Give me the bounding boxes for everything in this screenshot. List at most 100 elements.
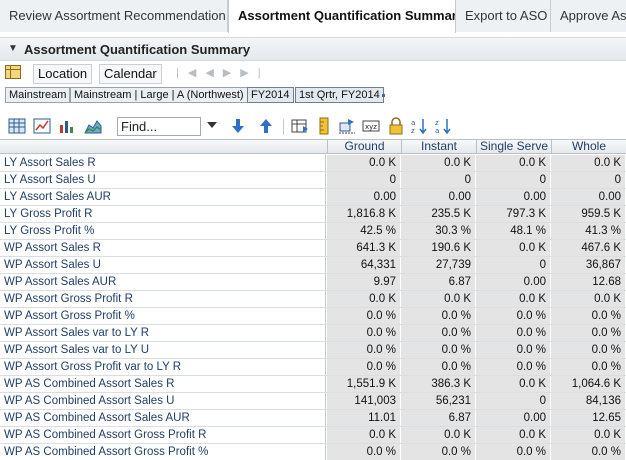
table-cell[interactable]: 0.0 K	[476, 376, 551, 392]
row-label[interactable]: LY Assort Sales U	[0, 172, 326, 188]
table-cell[interactable]: 64,331	[327, 257, 401, 273]
table-cell[interactable]: 0.00	[476, 274, 551, 290]
sort-descending-icon[interactable]: z a	[435, 117, 453, 135]
table-cell[interactable]: 0.00	[476, 410, 551, 426]
lock-icon[interactable]	[387, 117, 405, 135]
table-cell[interactable]: 0.0 K	[476, 155, 551, 171]
table-cell[interactable]: 1,551.9 K	[327, 376, 401, 392]
table-cell[interactable]: 0.0 K	[551, 155, 626, 171]
table-cell[interactable]: 0.0 %	[327, 359, 401, 375]
find-dropdown-icon[interactable]	[207, 122, 217, 128]
row-label[interactable]: WP Assort Sales U	[0, 257, 326, 273]
table-cell[interactable]: 0.0 %	[401, 342, 476, 358]
breadcrumb-more-icon[interactable]	[382, 94, 385, 97]
tab-export-to-aso[interactable]: Export to ASO	[456, 0, 551, 32]
table-cell[interactable]: 0.0 K	[327, 155, 401, 171]
row-label[interactable]: WP Assort Gross Profit R	[0, 291, 326, 307]
table-cell[interactable]: 797.3 K	[476, 206, 551, 222]
tab-review-assortment-recommendation[interactable]: Review Assortment Recommendation	[0, 0, 228, 32]
table-cell[interactable]: 84,136	[551, 393, 626, 409]
xyz-sort-icon[interactable]: xyz	[362, 117, 380, 135]
table-cell[interactable]: 0.0 %	[551, 308, 626, 324]
table-cell[interactable]: 0	[401, 172, 476, 188]
find-previous-up-arrow-icon[interactable]	[257, 117, 275, 135]
table-cell[interactable]: 0	[476, 393, 551, 409]
table-cell[interactable]: 0.0 %	[551, 342, 626, 358]
row-label[interactable]: WP Assort Sales var to LY U	[0, 342, 326, 358]
table-cell[interactable]: 0.0 %	[476, 342, 551, 358]
row-label[interactable]: WP AS Combined Assort Sales AUR	[0, 410, 326, 426]
table-cell[interactable]: 12.65	[551, 410, 626, 426]
table-cell[interactable]: 235.5 K	[401, 206, 476, 222]
table-cell[interactable]: 0.0 %	[401, 359, 476, 375]
table-cell[interactable]: 959.5 K	[551, 206, 626, 222]
dimension-grid-icon[interactable]	[5, 65, 21, 79]
row-label[interactable]: WP AS Combined Assort Sales U	[0, 393, 326, 409]
table-cell[interactable]: 0.0 %	[401, 308, 476, 324]
table-cell[interactable]: 0.0 K	[401, 155, 476, 171]
table-cell[interactable]: 0.0 K	[476, 240, 551, 256]
table-cell[interactable]: 1,816.8 K	[327, 206, 401, 222]
table-cell[interactable]: 36,867	[551, 257, 626, 273]
column-header-single-serve[interactable]: Single Serve	[476, 140, 551, 154]
row-label[interactable]: LY Gross Profit %	[0, 223, 326, 239]
bar-chart-icon[interactable]	[58, 117, 76, 135]
row-label[interactable]: WP Assort Sales var to LY R	[0, 325, 326, 341]
table-cell[interactable]: 0.0 %	[551, 444, 626, 460]
column-header-whole[interactable]: Whole	[551, 140, 626, 154]
line-chart-icon[interactable]	[33, 117, 51, 135]
show-hide-columns-icon[interactable]	[291, 117, 309, 135]
table-cell[interactable]: 0	[476, 172, 551, 188]
find-input[interactable]: Find...	[117, 117, 201, 136]
column-header-instant[interactable]: Instant	[401, 140, 476, 154]
breadcrumb-item-quarter[interactable]: 1st Qrtr, FY2014	[295, 87, 384, 103]
ruler-icon[interactable]	[315, 117, 333, 135]
column-header-ground[interactable]: Ground	[327, 140, 401, 154]
table-cell[interactable]: 48.1 %	[476, 223, 551, 239]
table-view-icon[interactable]	[8, 117, 26, 135]
table-cell[interactable]: 0.0 %	[327, 325, 401, 341]
table-cell[interactable]: 0.00	[401, 189, 476, 205]
table-cell[interactable]: 9.97	[327, 274, 401, 290]
table-cell[interactable]: 0.00	[476, 189, 551, 205]
area-chart-icon[interactable]	[84, 117, 102, 135]
table-cell[interactable]: 0.0 %	[327, 342, 401, 358]
table-cell[interactable]: 0.00	[327, 189, 401, 205]
table-cell[interactable]: 0.0 K	[327, 291, 401, 307]
row-label[interactable]: LY Assort Sales R	[0, 155, 326, 171]
table-cell[interactable]: 0.0 K	[551, 427, 626, 443]
table-cell[interactable]: 0.0 %	[327, 444, 401, 460]
table-cell[interactable]: 41.3 %	[551, 223, 626, 239]
collapse-chevron-icon[interactable]: ▼	[8, 43, 18, 54]
table-cell[interactable]: 0.0 %	[551, 325, 626, 341]
table-cell[interactable]: 6.87	[401, 410, 476, 426]
table-cell[interactable]: 12.68	[551, 274, 626, 290]
table-cell[interactable]: 0.0 %	[401, 444, 476, 460]
table-cell[interactable]: 0.0 K	[476, 291, 551, 307]
sort-ascending-icon[interactable]: a z	[411, 117, 429, 135]
table-cell[interactable]: 641.3 K	[327, 240, 401, 256]
table-cell[interactable]: 467.6 K	[551, 240, 626, 256]
row-label[interactable]: WP AS Combined Assort Gross Profit R	[0, 427, 326, 443]
breadcrumb-item-mainstream[interactable]: Mainstream	[5, 87, 71, 103]
table-cell[interactable]: 0	[476, 257, 551, 273]
table-cell[interactable]: 0.0 %	[401, 325, 476, 341]
table-cell[interactable]: 11.01	[327, 410, 401, 426]
table-cell[interactable]: 0.0 K	[327, 427, 401, 443]
table-cell[interactable]: 386.3 K	[401, 376, 476, 392]
breadcrumb-item-location[interactable]: Mainstream | Large | A (Northwest)	[70, 87, 248, 103]
calendar-dimension-button[interactable]: Calendar	[99, 64, 162, 84]
table-cell[interactable]: 0.0 K	[401, 291, 476, 307]
table-cell[interactable]: 0.0 %	[476, 359, 551, 375]
table-cell[interactable]: 0.0 %	[551, 359, 626, 375]
row-label[interactable]: WP Assort Sales R	[0, 240, 326, 256]
location-dimension-button[interactable]: Location	[33, 64, 93, 84]
table-cell[interactable]: 0.0 %	[476, 444, 551, 460]
row-label[interactable]: WP Assort Gross Profit var to LY R	[0, 359, 326, 375]
table-cell[interactable]: 0	[551, 172, 626, 188]
row-label[interactable]: LY Assort Sales AUR	[0, 189, 326, 205]
find-next-down-arrow-icon[interactable]	[229, 117, 247, 135]
table-cell[interactable]: 27,739	[401, 257, 476, 273]
row-label[interactable]: WP Assort Gross Profit %	[0, 308, 326, 324]
table-cell[interactable]: 0	[327, 172, 401, 188]
